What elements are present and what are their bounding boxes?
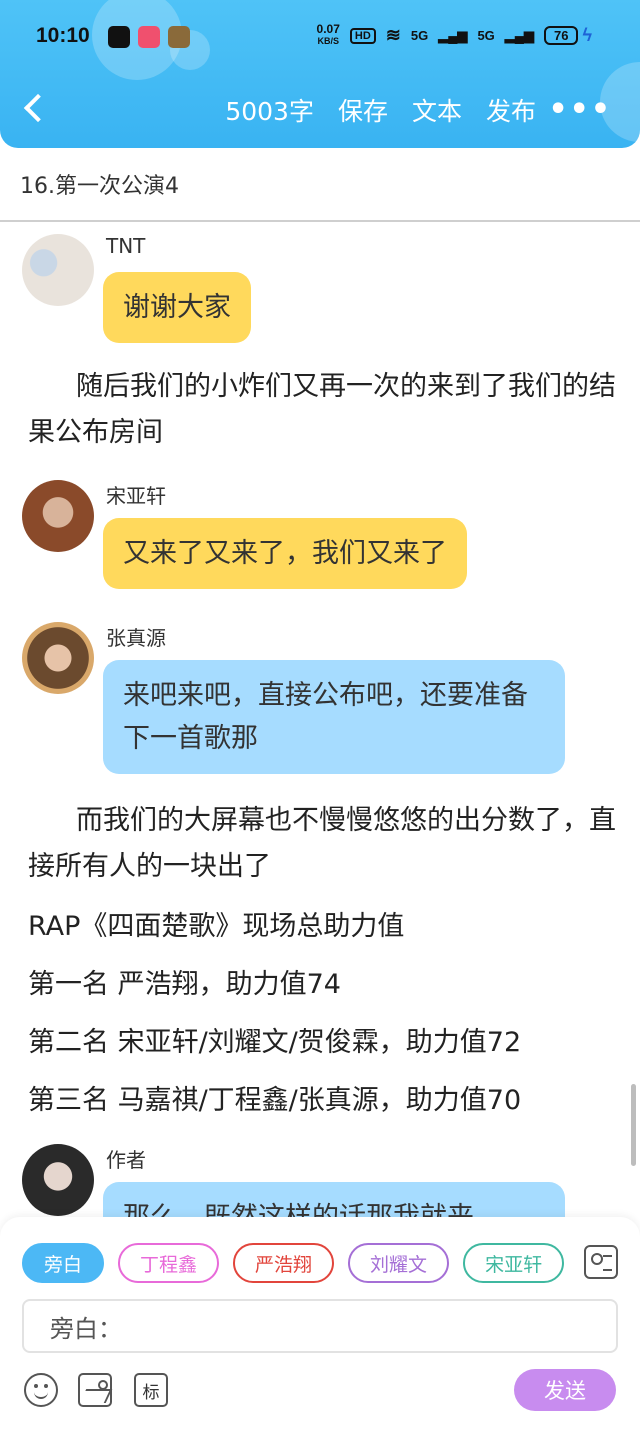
character-chips: 旁白 丁程鑫 严浩翔 刘耀文 宋亚轩 bbox=[22, 1243, 565, 1283]
character-chip-song-yaxuan[interactable]: 宋亚轩 bbox=[463, 1243, 565, 1283]
network-speed-unit: KB/S bbox=[317, 36, 339, 46]
send-button[interactable]: 发送 bbox=[514, 1369, 616, 1411]
network-speed-value: 0.07 bbox=[316, 22, 340, 36]
message-input[interactable]: 旁白： bbox=[22, 1299, 618, 1353]
avatar[interactable] bbox=[22, 480, 94, 552]
more-icon[interactable]: ••• bbox=[548, 92, 612, 127]
video-app-icon bbox=[138, 26, 160, 48]
text-button[interactable]: 文本 bbox=[412, 92, 462, 128]
hd-badge: HD bbox=[349, 27, 376, 44]
result-heading: RAP《四面楚歌》现场总助力值 bbox=[28, 911, 405, 942]
character-chip-narration[interactable]: 旁白 bbox=[22, 1243, 105, 1283]
speaker-name: 作者 bbox=[106, 1148, 146, 1172]
narration-paragraph: 而我们的大屏幕也不慢慢悠悠的出分数了，直接所有人的一块出了 bbox=[28, 805, 616, 882]
contact-card-icon[interactable] bbox=[584, 1245, 618, 1279]
image-icon[interactable] bbox=[78, 1373, 112, 1407]
speaker-name: 宋亚轩 bbox=[106, 484, 166, 508]
top-nav: 5003字 保存 文本 发布 ••• bbox=[0, 78, 640, 142]
speaker-name: 张真源 bbox=[106, 626, 166, 650]
editor-panel: 旁白 丁程鑫 严浩翔 刘耀文 宋亚轩 旁白： 标 发送 bbox=[0, 1217, 640, 1429]
signal-bars-icon: ▂▄▆ bbox=[438, 27, 468, 43]
story-content[interactable]: TNT 谢谢大家 随后我们的小炸们又再一次的来到了我们的结果公布房间 宋亚轩 又… bbox=[0, 222, 640, 1217]
character-chip-liu-yaowen[interactable]: 刘耀文 bbox=[348, 1243, 450, 1283]
charging-icon: ϟ bbox=[582, 25, 592, 45]
wifi-icon: ≋ bbox=[385, 25, 401, 45]
top-header: 10:10 0.07 KB/S HD ≋ 5G ▂▄▆ 5G ▂▄▆ 76 ϟ … bbox=[0, 0, 640, 148]
avatar[interactable] bbox=[22, 622, 94, 694]
signal-5g-2: 5G bbox=[477, 28, 495, 43]
narration-paragraph: 随后我们的小炸们又再一次的来到了我们的结果公布房间 bbox=[28, 371, 616, 448]
capcut-app-icon bbox=[108, 26, 130, 48]
signal-5g-1: 5G bbox=[410, 28, 429, 43]
signal-bars-icon: ▂▄▆ bbox=[504, 27, 534, 43]
back-icon[interactable] bbox=[20, 88, 50, 128]
nav-actions: 5003字 保存 文本 发布 bbox=[225, 92, 536, 128]
avatar[interactable] bbox=[22, 1144, 94, 1216]
network-speed: 0.07 KB/S bbox=[316, 22, 340, 47]
character-chip-yan-haoxiang[interactable]: 严浩翔 bbox=[233, 1243, 335, 1283]
publish-button[interactable]: 发布 bbox=[486, 92, 536, 128]
scrollbar-thumb[interactable] bbox=[631, 1084, 636, 1166]
chat-bubble[interactable]: 那么，既然这样的话那我就来 bbox=[103, 1182, 565, 1217]
chat-bubble[interactable]: 来吧来吧，直接公布吧，还要准备下一首歌那 bbox=[103, 660, 565, 774]
speaker-name: TNT bbox=[106, 234, 146, 258]
game-app-icon bbox=[168, 26, 190, 48]
mark-icon[interactable]: 标 bbox=[134, 1373, 168, 1407]
chapter-title[interactable]: 16.第一次公演4 bbox=[20, 168, 179, 200]
status-bar: 10:10 0.07 KB/S HD ≋ 5G ▂▄▆ 5G ▂▄▆ 76 ϟ bbox=[0, 0, 640, 72]
result-line: 第一名 严浩翔，助力值74 bbox=[28, 969, 341, 1000]
result-line: 第二名 宋亚轩/刘耀文/贺俊霖，助力值72 bbox=[28, 1027, 522, 1058]
character-chip-ding-chengxin[interactable]: 丁程鑫 bbox=[118, 1243, 220, 1283]
avatar[interactable] bbox=[22, 234, 94, 306]
chat-bubble[interactable]: 又来了又来了，我们又来了 bbox=[103, 518, 467, 589]
emoji-icon[interactable] bbox=[24, 1373, 58, 1407]
result-line: 第三名 马嘉祺/丁程鑫/张真源，助力值70 bbox=[28, 1085, 522, 1116]
save-button[interactable]: 保存 bbox=[338, 92, 388, 128]
clock: 10:10 bbox=[36, 24, 90, 47]
chat-bubble[interactable]: 谢谢大家 bbox=[103, 272, 251, 343]
battery-level: 76 bbox=[544, 26, 579, 45]
status-indicators: 0.07 KB/S HD ≋ 5G ▂▄▆ 5G ▂▄▆ 76 ϟ bbox=[316, 22, 592, 47]
word-count: 5003字 bbox=[225, 97, 314, 126]
